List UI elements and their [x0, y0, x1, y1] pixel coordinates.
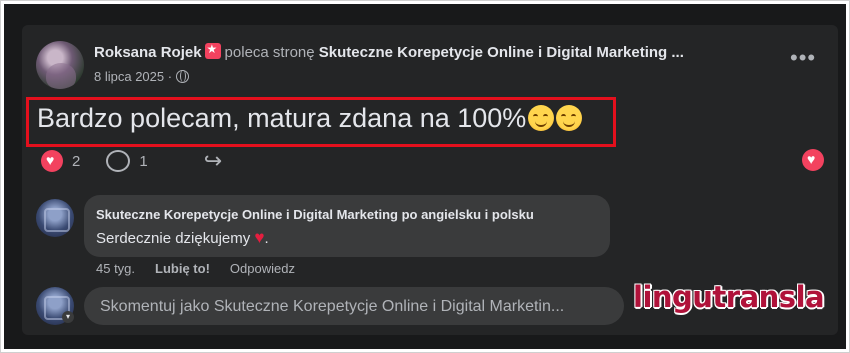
- reactions-count[interactable]: 2: [72, 153, 80, 170]
- smiling-face-emoji-icon: [556, 105, 583, 131]
- post-text: Bardzo polecam, matura zdana na 100%: [37, 103, 583, 134]
- comment-author[interactable]: Skuteczne Korepetycje Online i Digital M…: [96, 207, 534, 222]
- screenshot-frame: Roksana Rojek poleca stronę Skuteczne Kor…: [0, 0, 850, 353]
- comment-icon[interactable]: [106, 150, 131, 172]
- comment-period: .: [264, 230, 269, 247]
- comments-count[interactable]: 1: [139, 153, 147, 170]
- comment-text-content: Serdecznie dziękujemy: [96, 230, 251, 247]
- comment-composer: [84, 287, 624, 327]
- comment-meta: 45 tyg. Lubię to! Odpowiedz: [96, 261, 315, 276]
- recommends-text: poleca stronę: [224, 44, 315, 61]
- page-name-link[interactable]: Skuteczne Korepetycje Online i Digital M…: [319, 44, 684, 61]
- post-text-content: Bardzo polecam, matura zdana na 100%: [37, 103, 527, 133]
- post-meta: 8 lipca 2025 ·: [94, 69, 190, 84]
- post-header: Roksana Rojek poleca stronę Skuteczne Kor…: [94, 43, 784, 61]
- author-name[interactable]: Roksana Rojek: [94, 44, 202, 61]
- comment-bubble: Skuteczne Korepetycje Online i Digital M…: [84, 195, 610, 257]
- share-icon[interactable]: ↪: [204, 148, 222, 174]
- red-heart-icon: ♥: [254, 228, 265, 247]
- globe-icon: [176, 70, 190, 83]
- more-options-icon[interactable]: •••: [790, 47, 816, 69]
- love-reaction-icon[interactable]: [41, 150, 63, 172]
- post-date[interactable]: 8 lipca 2025 ·: [94, 69, 172, 84]
- comment-time[interactable]: 45 tyg.: [96, 261, 135, 276]
- author-avatar[interactable]: [36, 41, 84, 89]
- page-avatar[interactable]: [36, 199, 74, 237]
- comment-input[interactable]: [98, 287, 622, 327]
- comment-text: Serdecznie dziękujemy ♥.: [96, 228, 269, 248]
- reply-button[interactable]: Odpowiedz: [230, 261, 295, 276]
- watermark-logo: lingutransla: [633, 280, 825, 314]
- page-background: Roksana Rojek poleca stronę Skuteczne Kor…: [4, 4, 846, 349]
- love-reaction-button[interactable]: [802, 149, 824, 171]
- like-button[interactable]: Lubię to!: [155, 261, 210, 276]
- smiling-face-emoji-icon: [528, 105, 555, 131]
- recommend-icon: [204, 43, 221, 59]
- chevron-down-icon[interactable]: ▾: [62, 311, 74, 323]
- post-actions: 2 1 ↪: [41, 148, 222, 174]
